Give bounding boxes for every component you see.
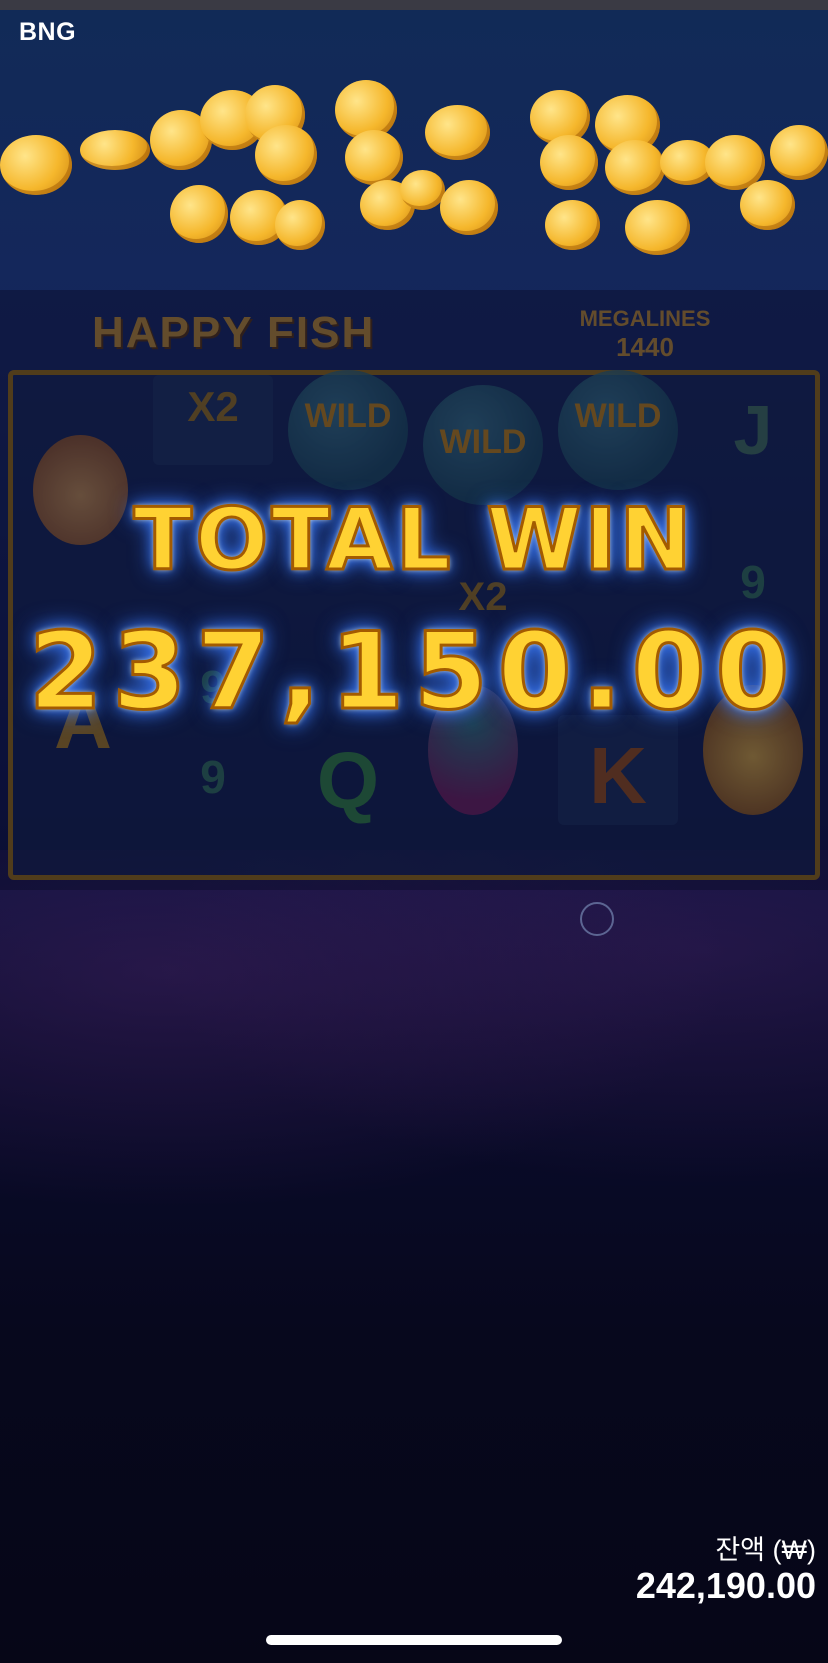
home-indicator[interactable] (266, 1635, 562, 1645)
coin (440, 180, 498, 235)
coin (255, 125, 317, 185)
coin (625, 200, 690, 255)
coin (770, 125, 828, 180)
total-win-amount: 237,150.00 (27, 609, 800, 735)
coin (170, 185, 228, 243)
coin-shower (0, 80, 828, 280)
bubble-icon (580, 902, 614, 936)
coin (400, 170, 445, 210)
coin (425, 105, 490, 160)
coral-glow (0, 850, 828, 1250)
coin (345, 130, 403, 185)
coin (740, 180, 795, 230)
coin (540, 135, 598, 190)
coin (605, 140, 665, 195)
status-bar (0, 0, 828, 10)
win-overlay-dim (0, 290, 828, 890)
total-win-title: TOTAL WIN (132, 489, 695, 592)
balance-value: 242,190.00 (635, 1565, 816, 1606)
coin (275, 200, 325, 250)
coin (545, 200, 600, 250)
coin (80, 130, 150, 170)
provider-logo: BNG (19, 18, 77, 46)
balance-label: 잔액 (₩) (715, 1535, 816, 1565)
coin (0, 135, 72, 195)
